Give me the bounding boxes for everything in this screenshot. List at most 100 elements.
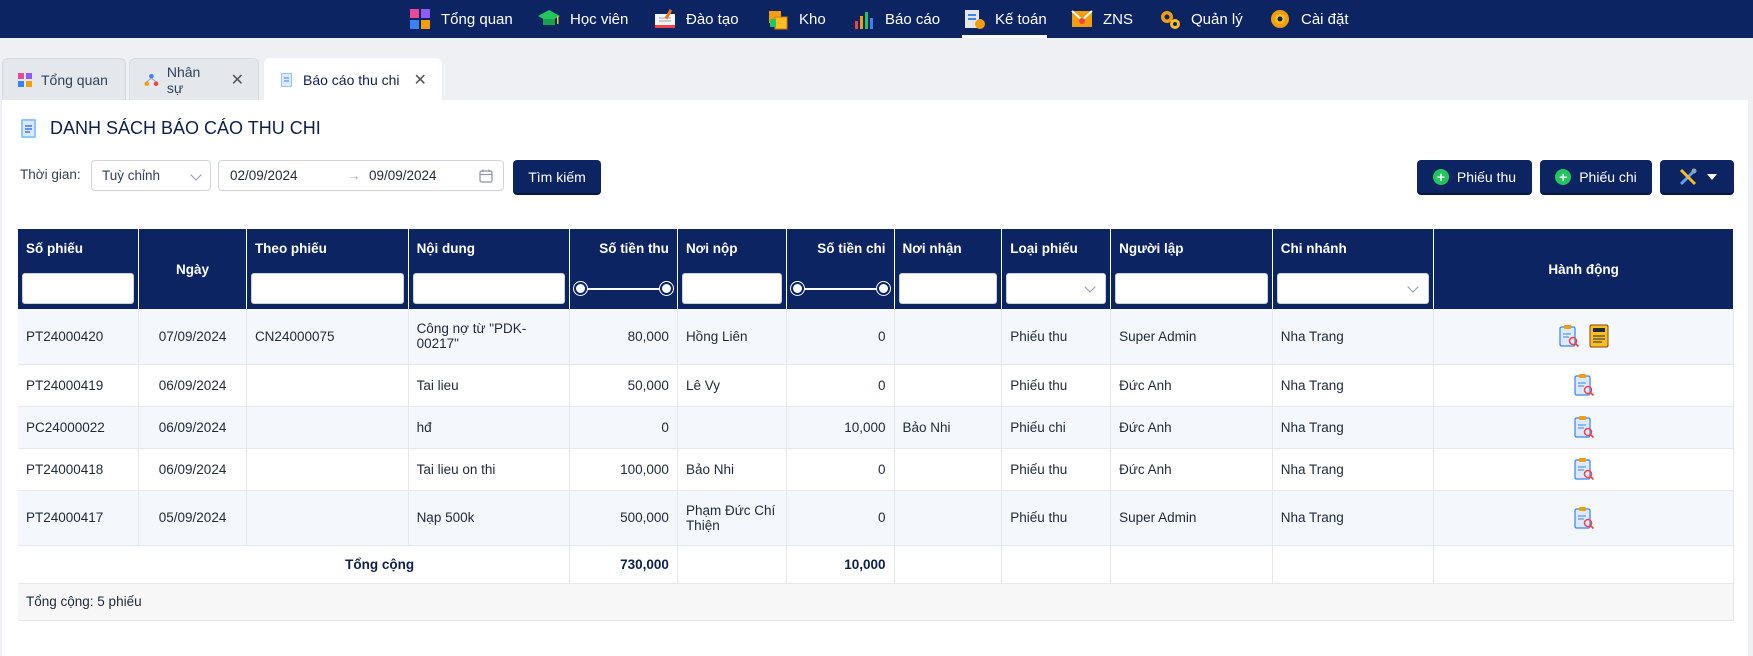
chi-nhanh-filter-select[interactable]: [1276, 272, 1430, 304]
main-panel: DANH SÁCH BÁO CÁO THU CHI Thời gian: Tuỳ…: [2, 100, 1748, 656]
report-table: Số phiếu Ngày Theo phiếu Nội dung Số tiề…: [18, 229, 1734, 621]
col-loai-phieu[interactable]: Loại phiếu: [1001, 229, 1112, 267]
so-phieu-filter-input[interactable]: [22, 272, 135, 304]
nav-item-hoc-vien[interactable]: Học viên: [537, 0, 628, 38]
table-row[interactable]: PT24000418 06/09/2024 Tai lieu on thi 100,0…: [18, 448, 1734, 491]
slider-max-handle[interactable]: [876, 281, 890, 295]
totals-label: Tổng cộng: [18, 545, 571, 584]
col-ngay[interactable]: Ngày: [138, 229, 247, 309]
table-row[interactable]: PT24000417 05/09/2024 Nạp 500k 500,000 Phạm …: [18, 490, 1734, 546]
theo-phieu-filter-input[interactable]: [250, 272, 404, 304]
nav-item-ke-toan[interactable]: Kế toán: [962, 0, 1047, 38]
cell-loai-phieu: Phiếu thu: [1001, 309, 1112, 365]
cell-chi-nhanh: Nha Trang: [1272, 406, 1435, 449]
cell-so-tien-thu: 0: [569, 406, 678, 449]
table-row[interactable]: PC24000022 06/09/2024 hđ 0 10,000 Bảo Nhi Phiế…: [18, 406, 1734, 449]
nav-label: Học viên: [570, 10, 629, 28]
book-icon: [655, 9, 675, 28]
loai-phieu-filter-select[interactable]: [1006, 272, 1107, 304]
plus-circle-icon: +: [1555, 168, 1572, 185]
table-row[interactable]: PT24000419 06/09/2024 Tai lieu 50,000 Lê Vy 0…: [18, 364, 1734, 407]
date-range-picker[interactable]: 02/09/2024 → 09/09/2024: [218, 160, 504, 191]
view-detail-icon[interactable]: [1573, 415, 1595, 439]
cell-so-phieu: PT24000419: [18, 364, 140, 407]
tab-nhan-su[interactable]: Nhân sự ✕: [129, 58, 259, 100]
page-title-text: DANH SÁCH BÁO CÁO THU CHI: [50, 118, 321, 138]
period-select[interactable]: Tuỳ chỉnh: [91, 160, 211, 191]
nav-item-quan-ly[interactable]: Quản lý: [1158, 0, 1243, 38]
cell-chi-nhanh: Nha Trang: [1272, 448, 1435, 491]
add-receipt-button[interactable]: + Phiếu thu: [1417, 160, 1532, 193]
close-icon[interactable]: ✕: [414, 70, 427, 90]
chevron-down-icon: [1084, 280, 1096, 293]
nav-item-dao-tao[interactable]: Đào tạo: [653, 0, 739, 38]
info-document-icon[interactable]: [1588, 324, 1610, 348]
cell-so-phieu: PC24000022: [18, 406, 140, 449]
accounting-icon: [965, 10, 985, 29]
cell-ngay: 05/09/2024: [138, 490, 247, 546]
col-theo-phieu[interactable]: Theo phiếu: [246, 229, 409, 267]
slider-min-handle[interactable]: [574, 281, 588, 295]
noi-nop-filter-input[interactable]: [681, 272, 782, 304]
cell-so-tien-thu: 500,000: [569, 490, 678, 546]
time-label: Thời gian:: [20, 167, 81, 182]
gears-icon: [1161, 11, 1180, 29]
cell-so-tien-thu: 100,000: [569, 448, 678, 491]
col-so-tien-chi[interactable]: Số tiền chi: [786, 229, 895, 267]
col-noi-nop[interactable]: Nơi nộp: [677, 229, 787, 267]
nav-item-zns[interactable]: ZNS: [1070, 0, 1133, 38]
add-receipt-label: Phiếu thu: [1456, 168, 1517, 185]
slider-min-handle[interactable]: [790, 281, 804, 295]
cell-noi-dung: Công nợ từ "PDK-00217": [408, 309, 571, 365]
col-nguoi-lap[interactable]: Người lập: [1110, 229, 1273, 267]
cell-noi-nhan: [894, 309, 1003, 365]
cell-ngay: 06/09/2024: [138, 406, 247, 449]
nav-label: ZNS: [1103, 10, 1133, 28]
cell-so-tien-chi: 0: [786, 364, 895, 407]
cell-noi-nop: Bảo Nhi: [677, 448, 787, 491]
col-chi-nhanh[interactable]: Chi nhánh: [1272, 229, 1435, 267]
col-hanh-dong: Hành động: [1433, 229, 1734, 309]
nguoi-lap-filter-input[interactable]: [1115, 272, 1268, 304]
col-noi-nhan[interactable]: Nơi nhận: [894, 229, 1003, 267]
cell-noi-dung: Tai lieu: [408, 364, 571, 407]
noi-nhan-filter-input[interactable]: [898, 272, 998, 304]
tools-menu-button[interactable]: [1660, 160, 1734, 193]
col-noi-dung[interactable]: Nội dung: [408, 229, 571, 267]
tab-bao-cao-thu-chi[interactable]: Báo cáo thu chi ✕: [264, 58, 442, 100]
slider-max-handle[interactable]: [659, 281, 673, 295]
so-tien-chi-range-slider[interactable]: [790, 273, 890, 304]
close-icon[interactable]: ✕: [231, 70, 244, 90]
calendar-icon: [479, 169, 493, 183]
view-detail-icon[interactable]: [1558, 324, 1580, 348]
bar-chart-icon: [855, 12, 873, 29]
col-so-tien-thu[interactable]: Số tiền thu: [569, 229, 678, 267]
date-from[interactable]: 02/09/2024: [230, 168, 298, 183]
cell-so-tien-chi: 0: [786, 490, 895, 546]
so-tien-thu-range-slider[interactable]: [574, 273, 673, 304]
caret-down-icon: [1706, 173, 1717, 180]
nav-item-cai-dat[interactable]: Cài đặt: [1268, 0, 1349, 38]
page-title: DANH SÁCH BÁO CÁO THU CHI: [20, 118, 321, 139]
document-icon: [281, 72, 292, 87]
add-payment-button[interactable]: + Phiếu chi: [1540, 160, 1652, 193]
cell-loai-phieu: Phiếu thu: [1001, 364, 1112, 407]
total-chi: 10,000: [786, 545, 895, 584]
view-detail-icon[interactable]: [1573, 373, 1595, 397]
tools-icon: [1679, 168, 1696, 185]
noi-dung-filter-input[interactable]: [412, 272, 566, 304]
table-row[interactable]: PT24000420 07/09/2024 CN24000075 Công nợ từ…: [18, 309, 1734, 365]
tab-bar: Tổng quan Nhân sự ✕ Báo cáo thu chi ✕: [0, 38, 1753, 100]
nav-item-tong-quan[interactable]: Tổng quan: [408, 0, 513, 38]
dashboard-icon: [18, 72, 32, 87]
cell-noi-nhan: Bảo Nhi: [894, 406, 1003, 449]
col-so-phieu[interactable]: Số phiếu: [18, 229, 140, 267]
nav-label: Cài đặt: [1301, 10, 1349, 28]
search-button[interactable]: Tìm kiếm: [513, 160, 601, 193]
view-detail-icon[interactable]: [1573, 457, 1595, 481]
nav-item-kho[interactable]: Kho: [766, 0, 826, 38]
tab-tong-quan[interactable]: Tổng quan: [2, 58, 126, 100]
nav-item-bao-cao[interactable]: Báo cáo: [852, 0, 940, 38]
view-detail-icon[interactable]: [1573, 506, 1595, 530]
date-to[interactable]: 09/09/2024: [369, 168, 437, 183]
